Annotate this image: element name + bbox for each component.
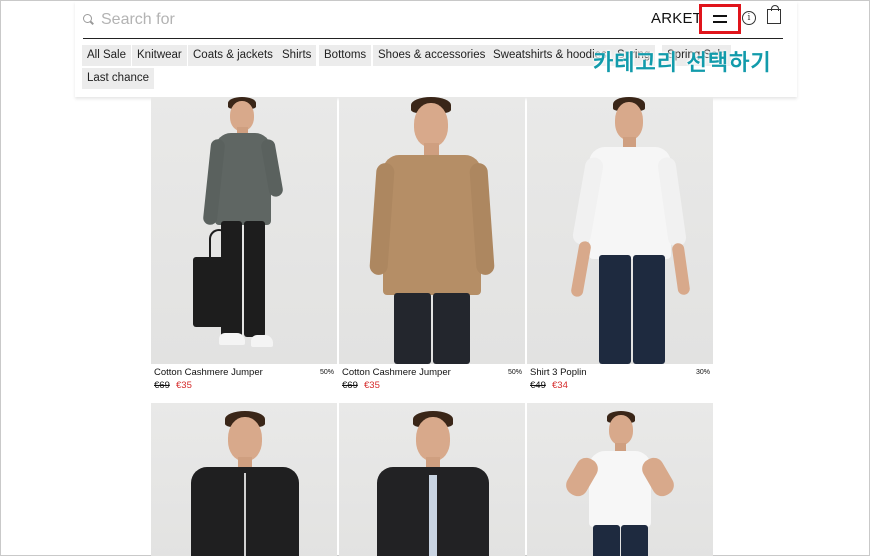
brand-logo[interactable]: ARKET bbox=[651, 10, 702, 27]
discount-badge: 30% bbox=[695, 369, 710, 376]
search-icon[interactable] bbox=[83, 14, 95, 26]
original-price: €69 bbox=[154, 380, 170, 391]
product-name[interactable]: Cotton Cashmere Jumper bbox=[154, 367, 263, 378]
discount-badge: 50% bbox=[319, 369, 334, 376]
category-chip-shoes-accessories[interactable]: Shoes & accessories bbox=[373, 45, 491, 66]
search-underline bbox=[83, 38, 783, 39]
category-chip-coats-jackets[interactable]: Coats & jackets bbox=[188, 45, 278, 66]
category-chip-all-sale[interactable]: All Sale bbox=[82, 45, 131, 66]
original-price: €69 bbox=[342, 380, 358, 391]
sale-price: €35 bbox=[364, 380, 380, 391]
info-icon[interactable]: i bbox=[742, 11, 756, 25]
sale-price: €35 bbox=[176, 380, 192, 391]
annotation-label: 카테고리 선택하기 bbox=[593, 51, 772, 76]
original-price: €49 bbox=[530, 380, 546, 391]
category-chip-bottoms[interactable]: Bottoms bbox=[319, 45, 372, 66]
product-image[interactable] bbox=[151, 97, 337, 364]
category-chip-shirts[interactable]: Shirts bbox=[277, 45, 317, 66]
sale-price: €34 bbox=[552, 380, 568, 391]
product-image[interactable] bbox=[339, 97, 525, 364]
category-chip-last-chance[interactable]: Last chance bbox=[82, 68, 155, 89]
search-bar[interactable] bbox=[83, 9, 683, 31]
product-image[interactable] bbox=[527, 97, 713, 364]
discount-badge: 50% bbox=[507, 369, 522, 376]
shopping-bag-icon[interactable] bbox=[767, 5, 781, 24]
product-name[interactable]: Cotton Cashmere Jumper bbox=[342, 367, 451, 378]
product-image[interactable] bbox=[527, 403, 713, 556]
product-image[interactable] bbox=[339, 403, 525, 556]
menu-button-highlight[interactable] bbox=[699, 4, 741, 34]
product-image[interactable] bbox=[151, 403, 337, 556]
category-chip-knitwear[interactable]: Knitwear bbox=[132, 45, 187, 66]
product-name[interactable]: Shirt 3 Poplin bbox=[530, 367, 587, 378]
search-input[interactable] bbox=[101, 11, 501, 29]
menu-icon[interactable] bbox=[713, 14, 727, 25]
